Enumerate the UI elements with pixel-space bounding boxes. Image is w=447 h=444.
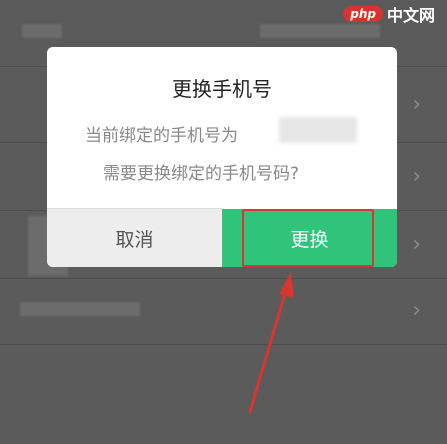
annotation-arrow-icon <box>248 272 294 414</box>
